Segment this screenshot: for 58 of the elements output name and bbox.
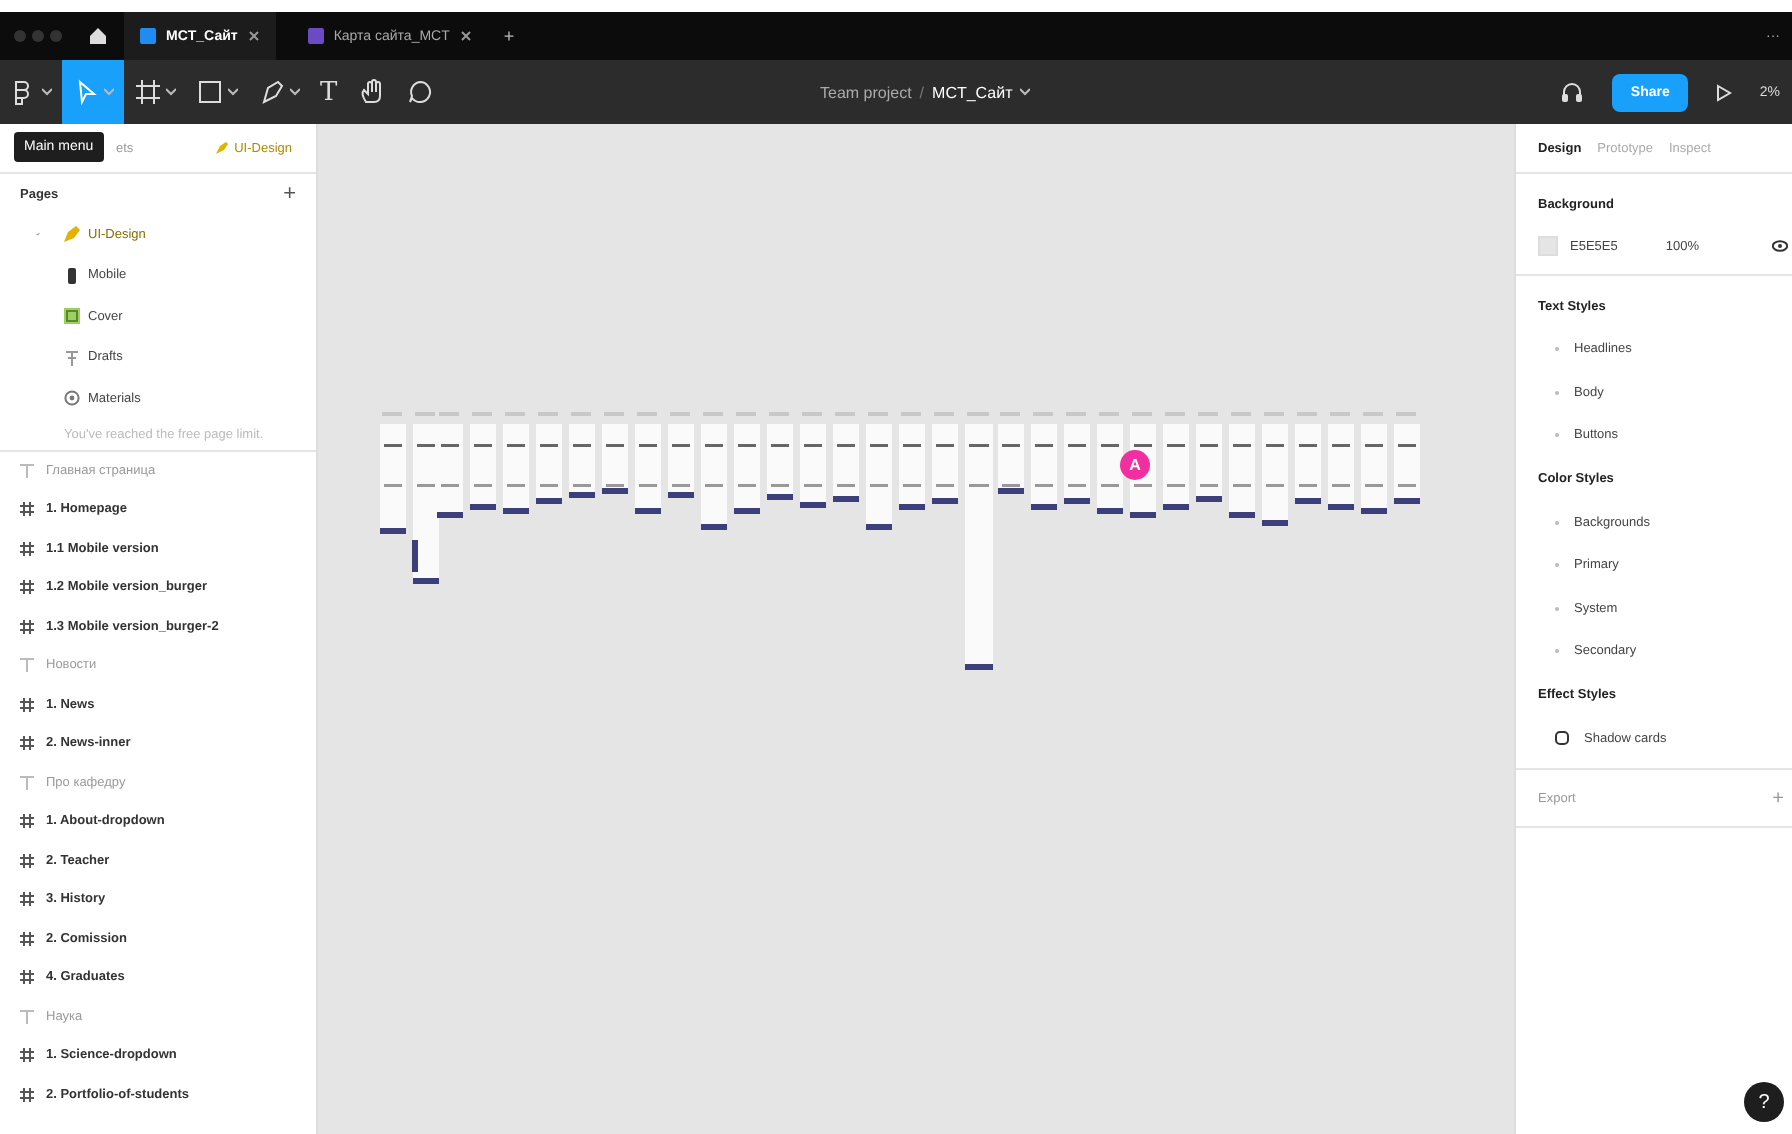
file-icon (307, 28, 324, 44)
caret-icon (166, 88, 176, 96)
cover-icon (64, 308, 80, 325)
caret-icon[interactable] (1020, 88, 1031, 96)
frame-icon (20, 814, 34, 829)
frame-icon (20, 1087, 34, 1102)
add-page-button[interactable]: + (283, 182, 296, 206)
close-icon[interactable] (459, 30, 472, 42)
drafts-icon (64, 349, 80, 366)
frame-icon (20, 1048, 34, 1063)
frame-icon (20, 619, 34, 634)
close-icon[interactable] (247, 30, 260, 42)
color-swatch[interactable] (1538, 236, 1558, 256)
home-icon[interactable] (88, 26, 108, 46)
frame-icon (20, 697, 34, 712)
caret-icon (290, 88, 300, 96)
shadow-icon (1554, 730, 1570, 747)
eye-icon[interactable] (1772, 240, 1788, 252)
text-layer-icon (20, 775, 34, 790)
hand-icon (357, 78, 386, 106)
comment-icon (405, 78, 434, 106)
materials-icon (64, 390, 80, 407)
frame-icon (20, 970, 34, 985)
dot-icon (1554, 605, 1560, 612)
frame-icon (20, 580, 34, 595)
text-layer-icon (20, 463, 34, 478)
caret-icon (104, 88, 114, 96)
device-icon (64, 267, 80, 284)
caret-icon (228, 88, 238, 96)
text-tool[interactable]: T (310, 60, 348, 124)
caret-icon (42, 88, 52, 96)
frame-icon (20, 502, 34, 517)
rectangle-icon (196, 78, 224, 106)
new-tab-button[interactable]: + (503, 26, 515, 46)
frame-icon (20, 853, 34, 868)
dot-icon (1554, 562, 1560, 569)
file-name[interactable]: MCT_Сайт (932, 83, 1013, 101)
window-controls-icon (12, 28, 64, 44)
frame-icon (20, 931, 34, 946)
frame-icon (20, 541, 34, 556)
dot-icon (1554, 346, 1560, 353)
frame-icon (20, 736, 34, 751)
project-name[interactable]: Team project (820, 83, 912, 101)
help-button[interactable]: ? (1744, 1082, 1784, 1122)
text-layer-icon (20, 1009, 34, 1024)
dot-icon (1554, 389, 1560, 396)
pen-icon (258, 78, 286, 106)
dot-icon (1554, 648, 1560, 655)
frame-icon (20, 892, 34, 907)
dot-icon (1554, 432, 1560, 439)
text-layer-icon (20, 658, 34, 673)
play-icon[interactable] (1715, 83, 1732, 101)
pen-icon (216, 142, 229, 154)
headphones-icon[interactable] (1560, 80, 1585, 104)
file-icon (140, 28, 156, 44)
breadcrumb-separator: / (919, 83, 925, 101)
dot-icon (1554, 519, 1560, 526)
frame-icon (134, 78, 162, 106)
